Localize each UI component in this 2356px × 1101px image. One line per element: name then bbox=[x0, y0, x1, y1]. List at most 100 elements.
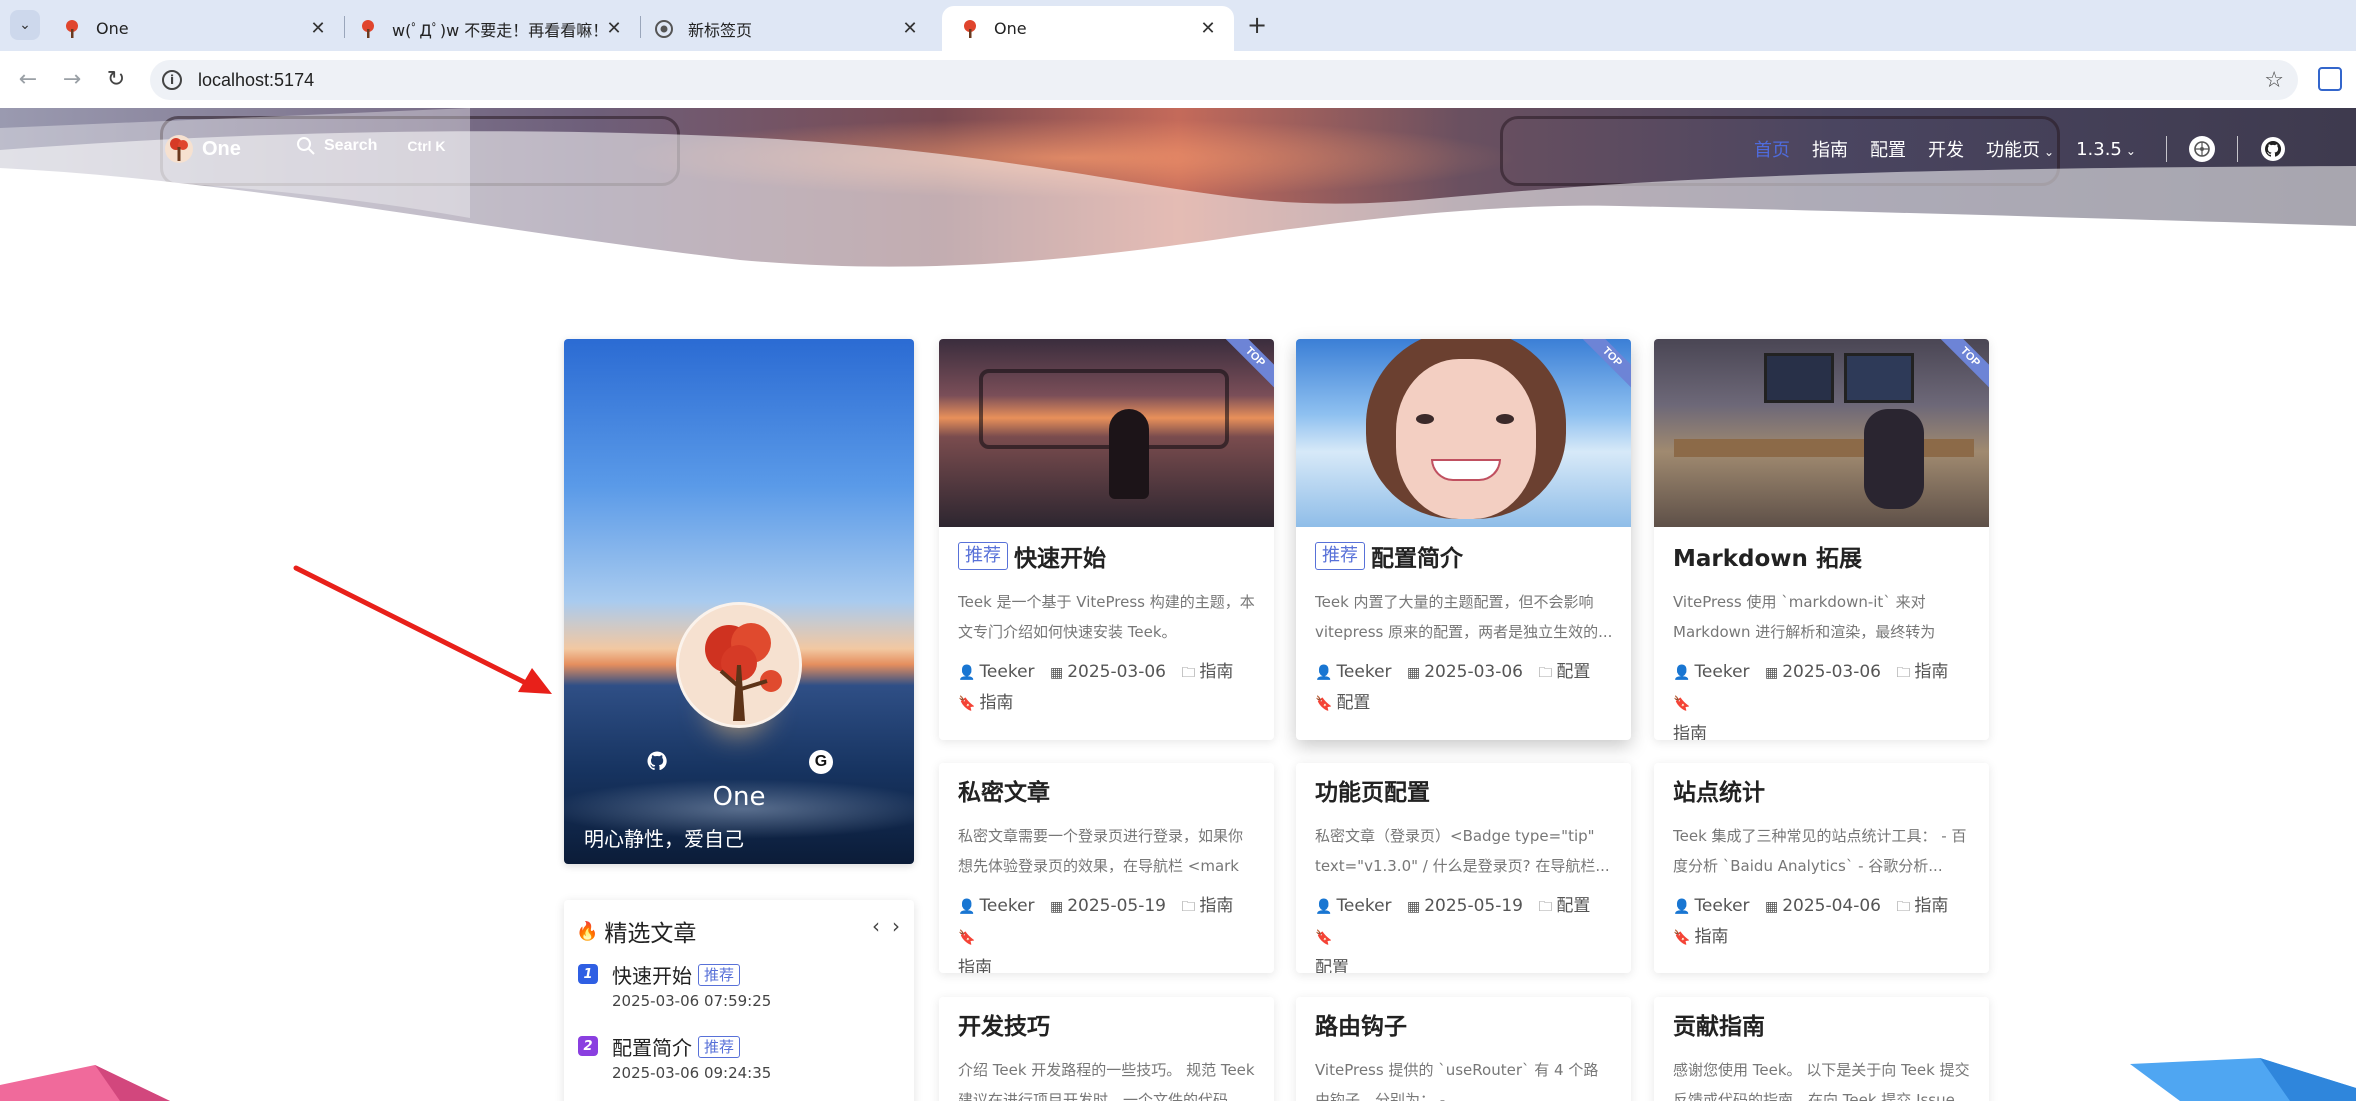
github-icon[interactable] bbox=[2260, 136, 2286, 162]
post-card[interactable]: TOP Markdown 拓展 VitePress 使用 `markdown-i… bbox=[1654, 339, 1989, 740]
post-title: 开发技巧 bbox=[958, 1007, 1256, 1041]
close-tab-icon[interactable]: ✕ bbox=[1196, 17, 1220, 41]
post-title-text: Markdown 拓展 bbox=[1673, 546, 1862, 572]
nav-features-dropdown[interactable]: 功能页 ⌄ bbox=[1986, 136, 2054, 162]
recommend-badge: 推荐 bbox=[698, 963, 741, 986]
post-title-text: 站点统计 bbox=[1673, 780, 1765, 806]
bookmark-icon: 🔖 bbox=[958, 930, 976, 946]
nav-home[interactable]: 首页 bbox=[1754, 136, 1790, 162]
calendar-icon: ▦ bbox=[1406, 899, 1421, 915]
side-panel-icon[interactable] bbox=[2318, 67, 2342, 91]
tab-one-active[interactable]: One ✕ bbox=[942, 6, 1234, 51]
tree-avatar-icon bbox=[679, 605, 799, 725]
bookmark-icon: 🔖 bbox=[1673, 930, 1691, 946]
rank-badge: 2 bbox=[578, 1036, 598, 1056]
post-tag[interactable]: 指南 bbox=[1673, 724, 1707, 740]
post-card[interactable]: TOP 推荐 配置简介 Teek 内置了大量的主题配置，但不会影响 vitepre… bbox=[1296, 339, 1631, 740]
post-category[interactable]: 指南 bbox=[1199, 662, 1233, 682]
back-arrow-icon[interactable]: ← bbox=[12, 63, 44, 95]
post-title-text: 开发技巧 bbox=[958, 1014, 1050, 1040]
gitee-icon[interactable]: G bbox=[809, 750, 833, 774]
profile-card: G One 明心静性，爱自己 bbox=[564, 339, 914, 864]
post-tag[interactable]: 指南 bbox=[958, 958, 992, 973]
post-card[interactable]: 功能页配置 私密文章（登录页）<Badge type="tip" text="v… bbox=[1296, 763, 1631, 973]
post-author: Teeker bbox=[979, 896, 1035, 916]
post-tag[interactable]: 配置 bbox=[1336, 693, 1370, 713]
post-card[interactable]: 私密文章 私密文章需要一个登录页进行登录，如果你想先体验登录页的效果，在导航栏 … bbox=[939, 763, 1274, 973]
folder-icon: 🗀 bbox=[1896, 899, 1911, 915]
calendar-icon: ▦ bbox=[1049, 665, 1064, 681]
post-category[interactable]: 指南 bbox=[1914, 896, 1948, 916]
post-category[interactable]: 指南 bbox=[1914, 662, 1948, 682]
nav-develop[interactable]: 开发 bbox=[1928, 136, 1964, 162]
site-info-icon[interactable]: i bbox=[162, 70, 182, 90]
post-category[interactable]: 指南 bbox=[1199, 896, 1233, 916]
search-label: Search bbox=[324, 137, 378, 154]
post-excerpt: Teek 内置了大量的主题配置，但不会影响 vitepress 原来的配置，两者… bbox=[1315, 593, 1613, 641]
tab-title: One bbox=[994, 19, 1027, 38]
featured-header: 🔥 精选文章 bbox=[576, 914, 696, 948]
tab-dont-leave[interactable]: w(ﾟДﾟ)w 不要走！再看看嘛！ ✕ bbox=[340, 6, 640, 51]
chevron-right-icon[interactable]: › bbox=[892, 914, 900, 938]
post-tag[interactable]: 配置 bbox=[1315, 958, 1349, 973]
post-tag[interactable]: 指南 bbox=[979, 693, 1013, 713]
tab-one-1[interactable]: One ✕ bbox=[44, 6, 344, 51]
post-meta: 👤 Teeker ▦ 2025-04-06 🗀 指南 🔖 指南 bbox=[1673, 891, 1971, 953]
post-category[interactable]: 配置 bbox=[1556, 896, 1590, 916]
post-cover-image bbox=[1654, 339, 1989, 527]
featured-item-date: 2025-03-06 09:24:35 bbox=[612, 1064, 772, 1082]
featured-item-title: 快速开始 推荐 bbox=[612, 960, 741, 989]
post-body: 功能页配置 私密文章（登录页）<Badge type="tip" text="v… bbox=[1315, 773, 1613, 973]
featured-item-title: 配置简介 推荐 bbox=[612, 1032, 741, 1061]
chevron-left-icon[interactable]: ‹ bbox=[872, 914, 880, 938]
nav-version-dropdown[interactable]: 1.3.5 ⌄ bbox=[2076, 139, 2136, 160]
post-category[interactable]: 配置 bbox=[1556, 662, 1590, 682]
theme-toggle-icon[interactable] bbox=[2188, 136, 2215, 162]
calendar-icon: ▦ bbox=[1049, 899, 1064, 915]
site-logo[interactable]: One bbox=[164, 134, 241, 164]
new-tab-button[interactable]: + bbox=[1242, 10, 1272, 40]
post-card[interactable]: 路由钩子 VitePress 提供的 `useRouter` 有 4 个路由钩子… bbox=[1296, 997, 1631, 1101]
tree-favicon-icon bbox=[964, 19, 976, 38]
tab-title: w(ﾟДﾟ)w 不要走！再看看嘛！ bbox=[392, 20, 602, 40]
nav-guide[interactable]: 指南 bbox=[1812, 136, 1848, 162]
bookmark-icon: 🔖 bbox=[1673, 696, 1691, 712]
post-card[interactable]: 开发技巧 介绍 Teek 开发路程的一些技巧。 规范 Teek 建议在进行项目开… bbox=[939, 997, 1274, 1101]
post-meta: 👤 Teeker ▦ 2025-03-06 🗀 配置 🔖 配置 bbox=[1315, 657, 1613, 719]
post-author: Teeker bbox=[979, 662, 1035, 682]
close-tab-icon[interactable]: ✕ bbox=[898, 17, 922, 41]
post-title: 功能页配置 bbox=[1315, 773, 1613, 807]
bookmark-star-icon[interactable]: ☆ bbox=[2264, 68, 2284, 93]
post-date: 2025-05-19 bbox=[1067, 896, 1166, 916]
post-card[interactable]: 站点统计 Teek 集成了三种常见的站点统计工具： - 百度分析 `Baidu … bbox=[1654, 763, 1989, 973]
featured-posts-widget: 🔥 精选文章 ‹ › 1 快速开始 推荐 2025-03-06 07:59:25 … bbox=[564, 900, 914, 1101]
avatar[interactable] bbox=[676, 602, 802, 728]
logo-text: One bbox=[202, 137, 241, 160]
tab-new-tab[interactable]: 新标签页 ✕ bbox=[636, 6, 936, 51]
close-tab-icon[interactable]: ✕ bbox=[602, 17, 626, 41]
folder-icon: 🗀 bbox=[1538, 665, 1553, 681]
address-bar[interactable]: i localhost:5174 ☆ bbox=[150, 60, 2298, 100]
post-meta: 👤 Teeker ▦ 2025-03-06 🗀 指南 🔖 指南 bbox=[1673, 657, 1971, 740]
address-url[interactable]: localhost:5174 bbox=[198, 70, 314, 91]
post-tag[interactable]: 指南 bbox=[1694, 927, 1728, 947]
post-excerpt: VitePress 使用 `markdown-it` 来对 Markdown 进… bbox=[1673, 593, 1936, 641]
forward-arrow-icon[interactable]: → bbox=[56, 63, 88, 95]
github-icon[interactable] bbox=[646, 750, 668, 772]
post-title: 私密文章 bbox=[958, 773, 1256, 807]
reload-icon[interactable]: ↻ bbox=[100, 63, 132, 95]
post-card[interactable]: TOP 推荐 快速开始 Teek 是一个基于 VitePress 构建的主题，本文… bbox=[939, 339, 1274, 740]
post-title: 推荐 配置简介 bbox=[1315, 539, 1613, 573]
post-title: 站点统计 bbox=[1673, 773, 1971, 807]
banner-wave-overlay bbox=[0, 108, 2356, 268]
post-title-text: 功能页配置 bbox=[1315, 780, 1430, 806]
user-icon: 👤 bbox=[958, 899, 976, 915]
decorative-blue-shape bbox=[2130, 1058, 2356, 1101]
site-search[interactable]: Search Ctrl K bbox=[296, 136, 446, 156]
post-card[interactable]: 贡献指南 感谢您使用 Teek。 以下是关于向 Teek 提交反馈或代码的指南。… bbox=[1654, 997, 1989, 1101]
decorative-pink-shape bbox=[0, 1065, 170, 1101]
close-tab-icon[interactable]: ✕ bbox=[306, 17, 330, 41]
post-excerpt: 私密文章（登录页）<Badge type="tip" text="v1.3.0"… bbox=[1315, 827, 1610, 875]
nav-config[interactable]: 配置 bbox=[1870, 136, 1906, 162]
tab-search-menu-button[interactable]: ⌄ bbox=[10, 10, 40, 40]
